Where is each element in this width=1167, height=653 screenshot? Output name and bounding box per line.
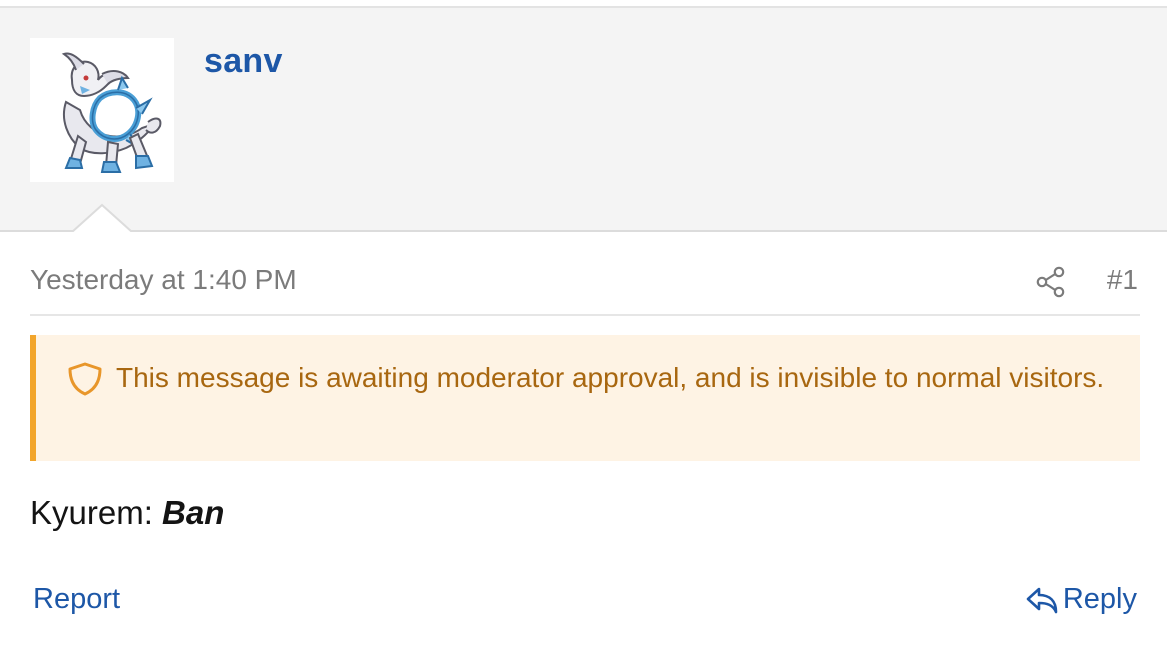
post-meta-row: Yesterday at 1:40 PM #1 (30, 258, 1140, 316)
message-text: Kyurem: (30, 494, 163, 531)
post-message-body: Kyurem: Ban (30, 494, 224, 532)
arceus-sprite-avatar (61, 52, 162, 173)
message-emphasis: Ban (162, 494, 225, 531)
post-number-link[interactable]: #1 (1107, 264, 1138, 296)
moderation-notice-text: This message is awaiting moderator appro… (116, 362, 1105, 393)
report-button[interactable]: Report (33, 583, 120, 616)
top-divider (0, 0, 1167, 8)
post-author-link[interactable]: sanv (204, 42, 283, 81)
reply-button[interactable]: Reply (1025, 583, 1137, 616)
reply-arrow-icon (1026, 587, 1058, 613)
user-avatar[interactable] (30, 38, 174, 182)
header-pointer-arrow (72, 203, 132, 235)
post-user-header: sanv (0, 8, 1167, 232)
share-icon[interactable] (1036, 266, 1066, 298)
reply-label: Reply (1062, 583, 1137, 615)
forum-post: sanv Yesterday at 1:40 PM #1 This messag… (0, 0, 1167, 653)
post-timestamp-link[interactable]: Yesterday at 1:40 PM (30, 264, 297, 296)
moderation-notice: This message is awaiting moderator appro… (30, 335, 1140, 461)
